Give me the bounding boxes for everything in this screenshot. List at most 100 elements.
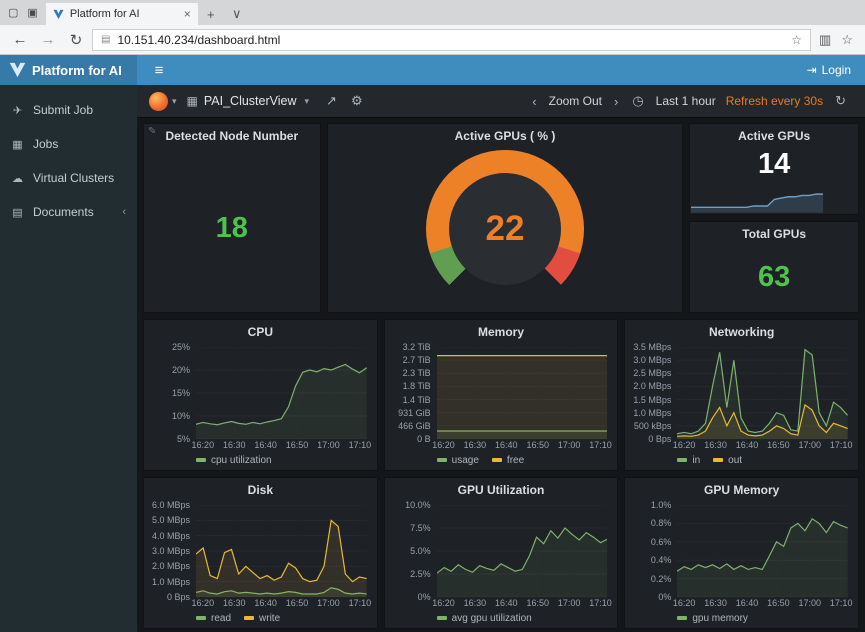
panel-title[interactable]: Total GPUs <box>690 222 858 243</box>
url-text[interactable]: 10.151.40.234/dashboard.html <box>117 33 784 47</box>
stat-value: 18 <box>216 212 248 245</box>
reading-view-icon[interactable]: ▥ <box>819 32 831 48</box>
dashboard: ✎ Detected Node Number 18 Active GPUs ( … <box>137 118 865 632</box>
x-tick-label: 17:00 <box>317 598 340 608</box>
x-tick-label: 16:40 <box>495 598 518 608</box>
y-axis: 1.0%0.8%0.6%0.4%0.2%0% <box>629 505 677 597</box>
plot[interactable] <box>677 505 848 597</box>
y-tick-label: 2.7 TiB <box>403 355 431 365</box>
x-tick-label: 16:20 <box>192 598 215 608</box>
panel-title[interactable]: Detected Node Number <box>144 124 320 145</box>
x-tick-label: 17:10 <box>349 598 372 608</box>
plot[interactable] <box>677 347 848 439</box>
favorites-star-icon[interactable]: ☆ <box>791 33 802 47</box>
y-tick-label: 1.5 MBps <box>633 395 671 405</box>
panel-networking: Networking 3.5 MBps3.0 MBps2.5 MBps2.0 M… <box>624 319 859 471</box>
zoom-out-button[interactable]: Zoom Out <box>549 94 602 108</box>
documents-icon: ▤ <box>11 206 24 219</box>
panel-title[interactable]: Memory <box>385 320 618 341</box>
panel-title[interactable]: GPU Utilization <box>385 478 618 499</box>
panel-title[interactable]: Active GPUs ( % ) <box>328 124 683 145</box>
legend-item[interactable]: avg gpu utilization <box>437 613 532 624</box>
graph-area[interactable]: 6.0 MBps5.0 MBps4.0 MBps3.0 MBps2.0 MBps… <box>144 499 377 597</box>
new-tab-button[interactable]: + <box>198 3 224 25</box>
panel-title[interactable]: Networking <box>625 320 858 341</box>
y-tick-label: 2.0 MBps <box>633 381 671 391</box>
panel-active-gpus: Active GPUs 14 <box>689 123 859 215</box>
y-tick-label: 3.5 MBps <box>633 342 671 352</box>
legend-item[interactable]: gpu memory <box>677 613 748 624</box>
tab-close-icon[interactable]: × <box>184 7 191 21</box>
y-tick-label: 1.0 MBps <box>633 408 671 418</box>
plot[interactable] <box>437 347 608 439</box>
sidebar-item-documents[interactable]: ▤ Documents ‹ <box>0 195 137 229</box>
y-tick-label: 500 kBps <box>634 421 672 431</box>
sidebar: ✈ Submit Job ▦ Jobs ☁ Virtual Clusters ▤… <box>0 85 137 632</box>
refresh-icon[interactable]: ↻ <box>64 31 88 49</box>
panel-title[interactable]: CPU <box>144 320 377 341</box>
legend-item[interactable]: free <box>492 455 524 466</box>
grafana-logo-icon[interactable] <box>149 92 168 111</box>
graph-area[interactable]: 3.5 MBps3.0 MBps2.5 MBps2.0 MBps1.5 MBps… <box>625 341 858 439</box>
set-tabs-aside-icon[interactable]: ▢ <box>8 6 18 19</box>
sidebar-item-virtual-clusters[interactable]: ☁ Virtual Clusters <box>0 161 137 195</box>
x-tick-label: 16:30 <box>464 598 487 608</box>
plot[interactable] <box>437 505 608 597</box>
gear-icon[interactable]: ⚙ <box>351 93 363 109</box>
graph-area[interactable]: 1.0%0.8%0.6%0.4%0.2%0% <box>625 499 858 597</box>
x-tick-label: 16:20 <box>192 440 215 450</box>
y-tick-label: 0 Bps <box>167 592 190 602</box>
y-tick-label: 2.5 MBps <box>633 368 671 378</box>
back-icon[interactable]: ← <box>8 31 32 48</box>
chevron-down-icon[interactable]: ▾ <box>305 96 310 107</box>
refresh-dashboard-icon[interactable]: ↻ <box>835 93 846 109</box>
time-forward-icon[interactable]: › <box>614 94 618 109</box>
legend-color-icon <box>677 458 687 462</box>
url-box[interactable]: ▤ 10.151.40.234/dashboard.html ☆ <box>92 29 811 51</box>
plot[interactable] <box>196 347 367 439</box>
graph-area[interactable]: 10.0%7.5%5.0%2.5%0% <box>385 499 618 597</box>
graph-area[interactable]: 25%20%15%10%5% <box>144 341 377 439</box>
login-button[interactable]: ⇥ Login <box>807 63 865 77</box>
legend-item[interactable]: cpu utilization <box>196 455 272 466</box>
x-tick-label: 17:00 <box>799 598 822 608</box>
dashboard-picker[interactable]: PAI_ClusterView <box>204 94 297 108</box>
share-icon[interactable]: ↗ <box>326 93 337 109</box>
y-tick-label: 3.2 TiB <box>403 342 431 352</box>
forward-icon[interactable]: → <box>36 31 60 48</box>
sidebar-item-submit-job[interactable]: ✈ Submit Job <box>0 93 137 127</box>
time-range-button[interactable]: Last 1 hour <box>656 94 716 108</box>
y-tick-label: 5.0 MBps <box>152 515 190 525</box>
panel-edit-icon[interactable]: ✎ <box>148 126 156 137</box>
y-tick-label: 0.4% <box>651 555 672 565</box>
brand[interactable]: Platform for AI <box>0 55 137 85</box>
y-tick-label: 0 Bps <box>648 434 671 444</box>
panel-title[interactable]: Active GPUs <box>690 124 858 145</box>
graph-area[interactable]: 3.2 TiB2.7 TiB2.3 TiB1.8 TiB1.4 TiB931 G… <box>385 341 618 439</box>
panel-title[interactable]: Disk <box>144 478 377 499</box>
sidebar-toggle-icon[interactable]: ≡ <box>137 62 181 79</box>
legend-item[interactable]: usage <box>437 455 479 466</box>
tab-list-icon[interactable]: ∨ <box>224 3 250 25</box>
time-back-icon[interactable]: ‹ <box>532 94 536 109</box>
browser-tab[interactable]: Platform for AI × <box>46 3 198 25</box>
sidebar-item-label: Jobs <box>33 137 58 151</box>
sidebar-item-jobs[interactable]: ▦ Jobs <box>0 127 137 161</box>
x-tick-label: 17:00 <box>558 598 581 608</box>
chevron-down-icon[interactable]: ▾ <box>172 96 177 107</box>
legend-item[interactable]: read <box>196 613 231 624</box>
y-axis: 3.2 TiB2.7 TiB2.3 TiB1.8 TiB1.4 TiB931 G… <box>389 347 437 439</box>
gauge-value: 22 <box>486 209 525 249</box>
legend-item[interactable]: out <box>713 455 742 466</box>
legend-item[interactable]: in <box>677 455 700 466</box>
page-icon: ▤ <box>101 34 110 45</box>
show-tabs-icon[interactable]: ▣ <box>27 6 37 19</box>
panel-memory: Memory 3.2 TiB2.7 TiB2.3 TiB1.8 TiB1.4 T… <box>384 319 619 471</box>
pai-logo-icon <box>9 62 26 78</box>
panel-title[interactable]: GPU Memory <box>625 478 858 499</box>
plot[interactable] <box>196 505 367 597</box>
legend: read write <box>196 611 377 628</box>
hub-icon[interactable]: ☆ <box>841 32 853 48</box>
refresh-interval-button[interactable]: Refresh every 30s <box>726 94 823 108</box>
legend-item[interactable]: write <box>244 613 280 624</box>
